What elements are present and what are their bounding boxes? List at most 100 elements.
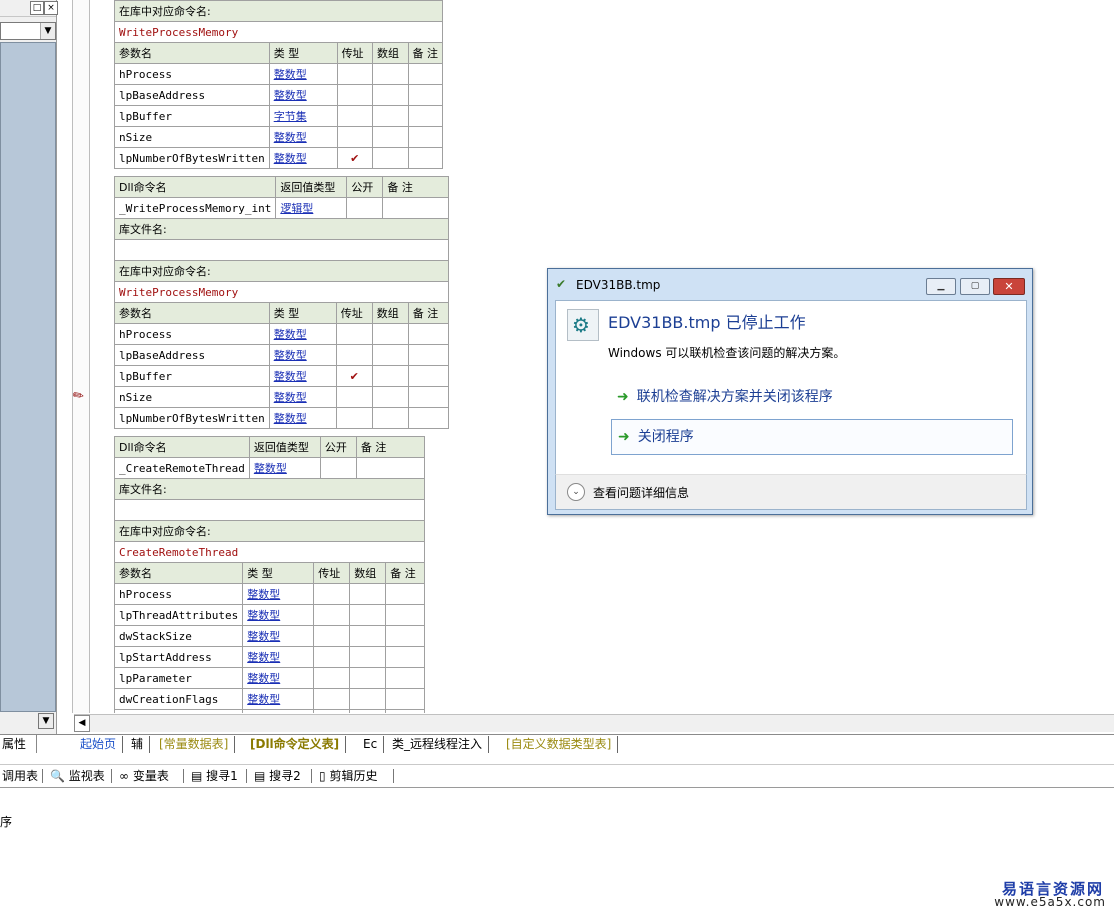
array-cell[interactable] — [349, 646, 387, 668]
param-name[interactable]: dwStackSize — [113, 625, 244, 647]
byref-cell[interactable] — [313, 583, 351, 605]
lib-file-value[interactable] — [114, 499, 425, 521]
scroll-down-button[interactable]: ▼ — [38, 713, 54, 729]
minimize-button[interactable]: ▁ — [926, 278, 956, 295]
array-cell[interactable] — [349, 709, 387, 713]
note-cell[interactable] — [385, 667, 425, 689]
param-name[interactable]: nSize — [114, 386, 270, 408]
param-name[interactable]: hProcess — [114, 63, 270, 85]
byref-cell[interactable] — [313, 646, 351, 668]
table-row[interactable]: _WriteProcessMemory_int 逻辑型 — [113, 197, 449, 219]
array-cell[interactable] — [372, 105, 409, 127]
array-cell[interactable] — [372, 126, 409, 148]
note-cell[interactable] — [407, 63, 443, 85]
byref-cell[interactable] — [335, 344, 373, 366]
param-name[interactable]: lpStartAddress — [113, 646, 244, 668]
param-type[interactable]: 整数型 — [242, 667, 315, 689]
note-cell[interactable] — [385, 625, 425, 647]
search2-button[interactable]: ▤ 搜寻2 — [254, 767, 301, 785]
note-cell[interactable] — [385, 709, 425, 713]
param-type[interactable]: 字节集 — [268, 105, 338, 127]
param-name[interactable]: nSize — [114, 126, 270, 148]
param-name[interactable]: lpParameter — [113, 667, 244, 689]
byref-cell[interactable] — [335, 407, 373, 429]
table-row[interactable]: lpBaseAddress 整数型 — [114, 344, 450, 366]
param-name[interactable]: hProcess — [114, 323, 270, 345]
table-row[interactable]: lpBaseAddress 整数型 — [114, 84, 443, 106]
close-icon[interactable]: × — [44, 1, 58, 15]
lib-file-value[interactable] — [114, 239, 449, 261]
dll-name[interactable]: _CreateRemoteThread — [114, 457, 250, 479]
note-cell[interactable] — [407, 386, 450, 408]
byref-cell[interactable] — [313, 667, 351, 689]
close-program-option[interactable]: ➜ 关闭程序 — [611, 419, 1013, 455]
lib-cmd-value[interactable]: CreateRemoteThread — [114, 541, 425, 563]
byref-cell[interactable] — [336, 84, 374, 106]
chevron-down-icon[interactable]: ▼ — [40, 23, 55, 39]
param-name[interactable]: dwCreationFlags — [113, 688, 244, 710]
table-row[interactable]: lpBuffer 整数型 ✔ — [114, 365, 450, 387]
table-row[interactable]: dwCreationFlags 整数型 — [113, 688, 425, 710]
param-name[interactable]: lpBaseAddress — [114, 344, 270, 366]
table-row[interactable]: lpStartAddress 整数型 — [113, 646, 425, 668]
dll-return-type[interactable]: 整数型 — [248, 457, 321, 479]
table-row[interactable]: _CreateRemoteThread 整数型 — [114, 457, 426, 479]
note-cell[interactable] — [355, 457, 426, 479]
byref-cell[interactable] — [336, 105, 374, 127]
chevron-down-icon[interactable]: ⌄ — [567, 483, 585, 501]
dll-name[interactable]: _WriteProcessMemory_int — [113, 197, 277, 219]
dll-return-type[interactable]: 逻辑型 — [275, 197, 348, 219]
tab-dll-commands[interactable]: [Dll命令定义表] — [244, 736, 347, 753]
tab-ec[interactable]: Ec — [357, 736, 385, 753]
table-row[interactable]: 整数型 — [113, 709, 425, 713]
param-name[interactable]: lpNumberOfBytesWritten — [114, 407, 270, 429]
note-cell[interactable] — [407, 323, 450, 345]
note-cell[interactable] — [407, 84, 443, 106]
param-name[interactable] — [113, 709, 244, 713]
array-cell[interactable] — [349, 583, 387, 605]
array-cell[interactable] — [371, 365, 409, 387]
array-cell[interactable] — [372, 84, 409, 106]
public-cell[interactable] — [319, 457, 357, 479]
note-cell[interactable] — [382, 197, 449, 219]
lib-cmd-value[interactable]: WriteProcessMemory — [114, 281, 449, 303]
search1-button[interactable]: ▤ 搜寻1 — [191, 767, 238, 785]
tab-custom-types[interactable]: [自定义数据类型表] — [500, 736, 619, 753]
byref-cell[interactable] — [335, 323, 373, 345]
param-name[interactable]: lpBuffer — [114, 105, 270, 127]
param-name[interactable]: lpBuffer — [114, 365, 270, 387]
param-type[interactable]: 整数型 — [268, 126, 338, 148]
byref-cell[interactable] — [336, 63, 374, 85]
array-cell[interactable] — [349, 688, 387, 710]
table-row[interactable]: lpNumberOfBytesWritten 整数型 — [114, 407, 450, 429]
note-cell[interactable] — [407, 126, 443, 148]
left-panel-combo[interactable]: ▼ — [0, 22, 56, 40]
left-panel-tree[interactable] — [0, 42, 56, 712]
watch-table-button[interactable]: 🔍 监视表 — [50, 767, 105, 785]
note-cell[interactable] — [385, 688, 425, 710]
table-row[interactable]: lpNumberOfBytesWritten 整数型 ✔ — [114, 147, 443, 169]
tab-remote-inject-class[interactable]: 类_远程线程注入 — [386, 736, 490, 753]
array-cell[interactable] — [349, 625, 387, 647]
tab-properties[interactable]: 属性 — [0, 735, 37, 753]
byref-cell[interactable] — [313, 625, 351, 647]
table-row[interactable]: lpParameter 整数型 — [113, 667, 425, 689]
byref-cell[interactable]: ✔ — [335, 365, 373, 387]
variable-table-button[interactable]: ∞ 变量表 — [119, 767, 169, 785]
param-type[interactable]: 整数型 — [242, 604, 315, 626]
byref-cell[interactable] — [335, 386, 373, 408]
check-online-option[interactable]: ➜ 联机检查解决方案并关闭该程序 — [611, 380, 1011, 414]
call-table-button[interactable]: 调用表 — [2, 767, 38, 785]
param-type[interactable]: 整数型 — [242, 625, 315, 647]
table-row[interactable]: hProcess 整数型 — [114, 63, 443, 85]
note-cell[interactable] — [385, 583, 425, 605]
param-name[interactable]: lpThreadAttributes — [113, 604, 244, 626]
note-cell[interactable] — [407, 147, 443, 169]
restore-icon[interactable]: □ — [30, 1, 44, 15]
note-cell[interactable] — [407, 407, 450, 429]
tab-constants[interactable]: [常量数据表] — [153, 736, 236, 753]
array-cell[interactable] — [371, 344, 409, 366]
array-cell[interactable] — [349, 604, 387, 626]
maximize-button[interactable]: ▢ — [960, 278, 990, 295]
param-name[interactable]: lpBaseAddress — [114, 84, 270, 106]
